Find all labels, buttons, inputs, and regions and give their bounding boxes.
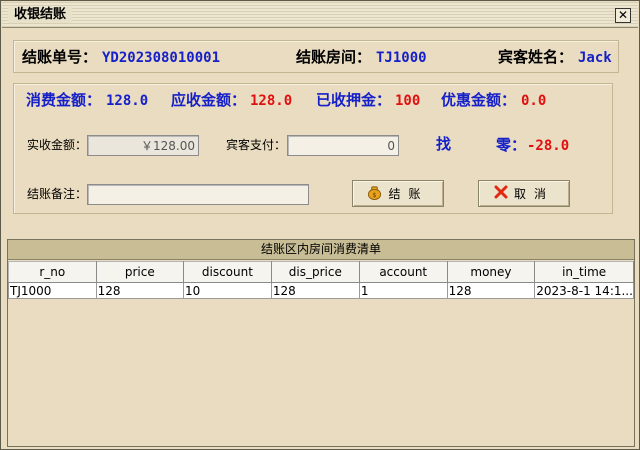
discount-label: 优惠金额： [441,91,517,109]
cell-in_time: 2023-8-1 14:1... [534,282,634,299]
checkout-button-label: 结账 [388,187,429,201]
discount-value: 0.0 [521,93,547,109]
cell-dis_price: 128 [270,282,360,299]
payment-panel: 消费金额： 128.0 应收金额： 128.0 已收押金： 100 优惠金额： … [13,83,613,214]
bill-no-label: 结账单号： [22,48,98,66]
room-value: TJ1000 [376,50,427,66]
column-header-in_time[interactable]: in_time [534,261,634,283]
money-bag-icon: $ [367,185,382,203]
column-header-r_no[interactable]: r_no [8,261,97,283]
actual-amount-label: 实收金额： [27,138,88,152]
change-label-char: 找 [436,135,452,153]
column-header-price[interactable]: price [95,261,184,283]
consume-value: 128.0 [106,93,149,109]
consumption-table[interactable]: r_no price discount dis_price account mo… [8,261,634,299]
deposit-label: 已收押金： [316,91,392,109]
close-icon[interactable]: ✕ [615,8,631,23]
consume-label: 消费金额： [26,91,102,109]
guest-name-value: Jack [578,50,612,66]
table-header-row: r_no price discount dis_price account mo… [8,261,634,283]
receivable-value: 128.0 [250,93,293,109]
column-header-dis_price[interactable]: dis_price [270,261,360,283]
remark-label: 结账备注： [27,187,88,201]
checkout-button[interactable]: $ 结账 [352,180,444,207]
cell-account: 1 [358,282,448,299]
change-value: -28.0 [527,138,570,154]
cell-discount: 10 [182,282,272,299]
window-title: 收银结账 [8,7,73,23]
bill-no-value: YD202308010001 [102,50,221,66]
cancel-button-label: 取消 [513,187,554,201]
cancel-button[interactable]: 取消 [478,180,570,207]
table-row[interactable]: TJ1000 128 10 128 1 128 2023-8-1 14:1... [8,282,634,299]
room-label: 结账房间： [296,48,372,66]
cell-r_no: TJ1000 [8,282,97,299]
column-header-account[interactable]: account [358,261,448,283]
svg-text:$: $ [373,191,377,199]
title-bar[interactable]: 收银结账 ✕ [2,2,638,28]
consumption-list-panel: 结账区内房间消费清单 r_no price discount dis_price… [7,239,635,447]
column-header-discount[interactable]: discount [182,261,272,283]
actual-amount-field[interactable] [87,135,199,156]
cell-price: 128 [95,282,184,299]
receivable-label: 应收金额： [171,91,247,109]
remark-field[interactable] [87,184,309,205]
checkout-window: 收银结账 ✕ 结账单号： YD202308010001 结账房间： TJ1000… [0,0,640,450]
deposit-value: 100 [395,93,421,109]
guest-pay-label: 宾客支付： [226,138,287,152]
cancel-x-icon [494,185,508,202]
bill-header-panel: 结账单号： YD202308010001 结账房间： TJ1000 宾客姓名： … [13,40,619,73]
cell-money: 128 [446,282,536,299]
guest-pay-field[interactable] [287,135,399,156]
guest-name-label: 宾客姓名： [498,48,574,66]
consumption-list-caption: 结账区内房间消费清单 [8,240,634,260]
change-label: 零： [496,136,527,154]
column-header-money[interactable]: money [446,261,536,283]
